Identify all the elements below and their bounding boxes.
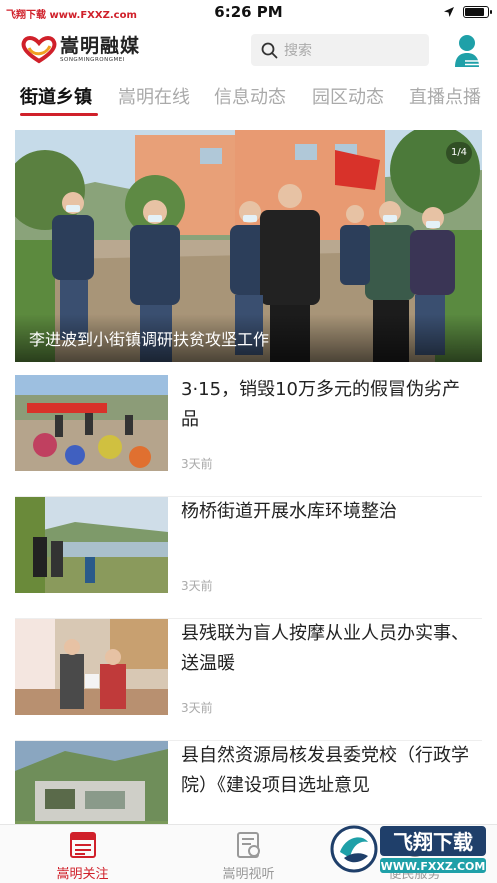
news-icon xyxy=(70,832,96,858)
news-time: 3天前 xyxy=(181,457,213,471)
tab-info-news[interactable]: 信息动态 xyxy=(214,83,286,109)
watermark-text: 飞翔下载 xyxy=(393,830,473,854)
tab-live-vod[interactable]: 直播点播 xyxy=(409,83,481,109)
status-time: 6:26 PM xyxy=(214,3,283,21)
news-title: 县自然资源局核发县委党校（行政学院）《建设项目选址意见 xyxy=(181,745,469,796)
user-icon[interactable] xyxy=(453,34,481,68)
nav-label: 嵩明关注 xyxy=(56,867,109,882)
news-item[interactable]: 3·15，销毁10万多元的假冒伪劣产品 3天前 xyxy=(15,375,482,497)
logo-text: 嵩明融媒 xyxy=(60,35,141,57)
audio-video-icon xyxy=(237,832,260,858)
news-thumbnail xyxy=(15,741,168,837)
news-item[interactable]: 杨桥街道开展水库环境整治 3天前 xyxy=(15,497,482,619)
news-title: 县残联为盲人按摩从业人员办实事、送温暖 xyxy=(181,623,469,674)
app-logo[interactable]: 嵩明融媒 SONGMINGRONGMEI xyxy=(20,34,140,64)
search-input[interactable]: 搜索 xyxy=(251,34,429,66)
watermark-url: WWW.FXXZ.COM xyxy=(381,860,486,873)
news-time: 3天前 xyxy=(181,579,213,593)
news-thumbnail xyxy=(15,497,168,593)
search-icon xyxy=(261,42,278,58)
battery-icon xyxy=(463,6,492,18)
hero-carousel[interactable]: 1/4 李进波到小街镇调研扶贫攻坚工作 xyxy=(15,130,482,362)
status-bar: 飞翔下载 www.FXXZ.com 6:26 PM xyxy=(0,0,497,26)
nav-songming-av[interactable]: 嵩明视听 xyxy=(166,825,331,883)
category-tabs: 街道乡镇 嵩明在线 信息动态 园区动态 直播点播 xyxy=(0,76,497,122)
search-placeholder: 搜索 xyxy=(284,43,312,59)
news-title: 杨桥街道开展水库环境整治 xyxy=(181,501,397,522)
battery-level xyxy=(465,8,484,16)
active-tab-indicator xyxy=(20,113,98,116)
status-right xyxy=(443,6,492,18)
nav-label: 嵩明视听 xyxy=(222,867,275,882)
watermark-logo: 飞翔下载 WWW.FXXZ.COM xyxy=(330,825,486,873)
news-thumbnail xyxy=(15,619,168,715)
news-thumbnail xyxy=(15,375,168,471)
tab-songming-online[interactable]: 嵩明在线 xyxy=(118,83,190,109)
location-arrow-icon xyxy=(444,7,454,17)
logo-heart-icon xyxy=(21,36,57,64)
news-title: 3·15，销毁10万多元的假冒伪劣产品 xyxy=(181,379,460,430)
logo-subtext: SONGMINGRONGMEI xyxy=(60,57,125,63)
nav-songming-focus[interactable]: 嵩明关注 xyxy=(0,825,165,883)
tab-street-township[interactable]: 街道乡镇 xyxy=(20,83,92,109)
tab-park-news[interactable]: 园区动态 xyxy=(312,83,384,109)
carousel-counter: 1/4 xyxy=(446,142,472,164)
news-item[interactable]: 县残联为盲人按摩从业人员办实事、送温暖 3天前 xyxy=(15,619,482,741)
hero-title[interactable]: 李进波到小街镇调研扶贫攻坚工作 xyxy=(29,326,269,350)
app-header: 嵩明融媒 SONGMINGRONGMEI 搜索 xyxy=(0,26,497,76)
news-time: 3天前 xyxy=(181,701,213,715)
